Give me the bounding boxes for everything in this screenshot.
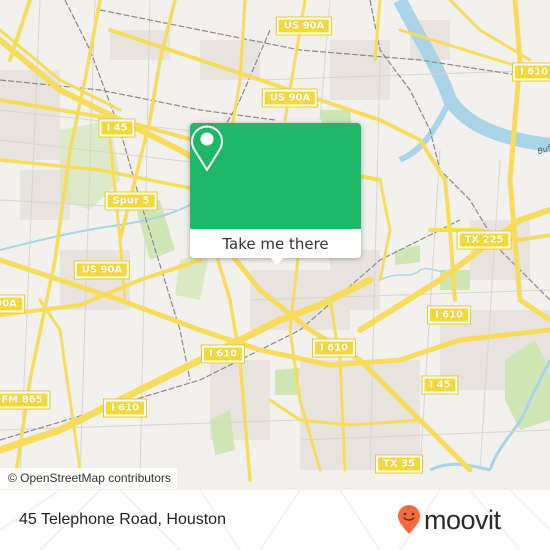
road-label-spur5: Spur 5: [104, 191, 158, 211]
road-label-i610: I 610: [311, 338, 357, 358]
road-label-us90a: US 90A: [73, 260, 131, 280]
road-label-us90a: 90A: [0, 294, 25, 314]
road-label-i610: I 610: [102, 398, 148, 418]
footer-bar: 45 Telephone Road, Houston moovit: [0, 490, 550, 550]
road-label-us90a: US 90A: [275, 16, 333, 36]
map-view[interactable]: US 90A I 610 US 90A I 45 Spur 5 TX 225 U…: [0, 0, 550, 490]
road-label-us90a: US 90A: [261, 88, 319, 108]
road-label-i45: I 45: [98, 118, 136, 138]
road-label-i610: I 610: [200, 344, 246, 364]
road-label-i45: I 45: [421, 375, 459, 395]
moovit-wordmark: moovit: [424, 505, 501, 535]
address-label: 45 Telephone Road, Houston: [19, 511, 226, 528]
road-label-i610: I 610: [511, 62, 550, 82]
road-label-fm865: FM 865: [0, 390, 51, 410]
road-label-i610: I 610: [426, 305, 472, 325]
popup-pointer: [269, 256, 285, 265]
popup-header: [190, 123, 361, 229]
take-me-there-button[interactable]: Take me there: [190, 229, 361, 258]
road-label-tx225: TX 225: [456, 230, 512, 250]
road-label-tx35: TX 35: [375, 454, 423, 474]
moovit-logo[interactable]: moovit: [397, 505, 501, 535]
destination-popup: Take me there: [190, 123, 361, 265]
moovit-smiley-pin-icon: [398, 505, 420, 534]
map-pin-icon: [191, 125, 223, 171]
map-attribution[interactable]: © OpenStreetMap contributors: [0, 468, 177, 489]
